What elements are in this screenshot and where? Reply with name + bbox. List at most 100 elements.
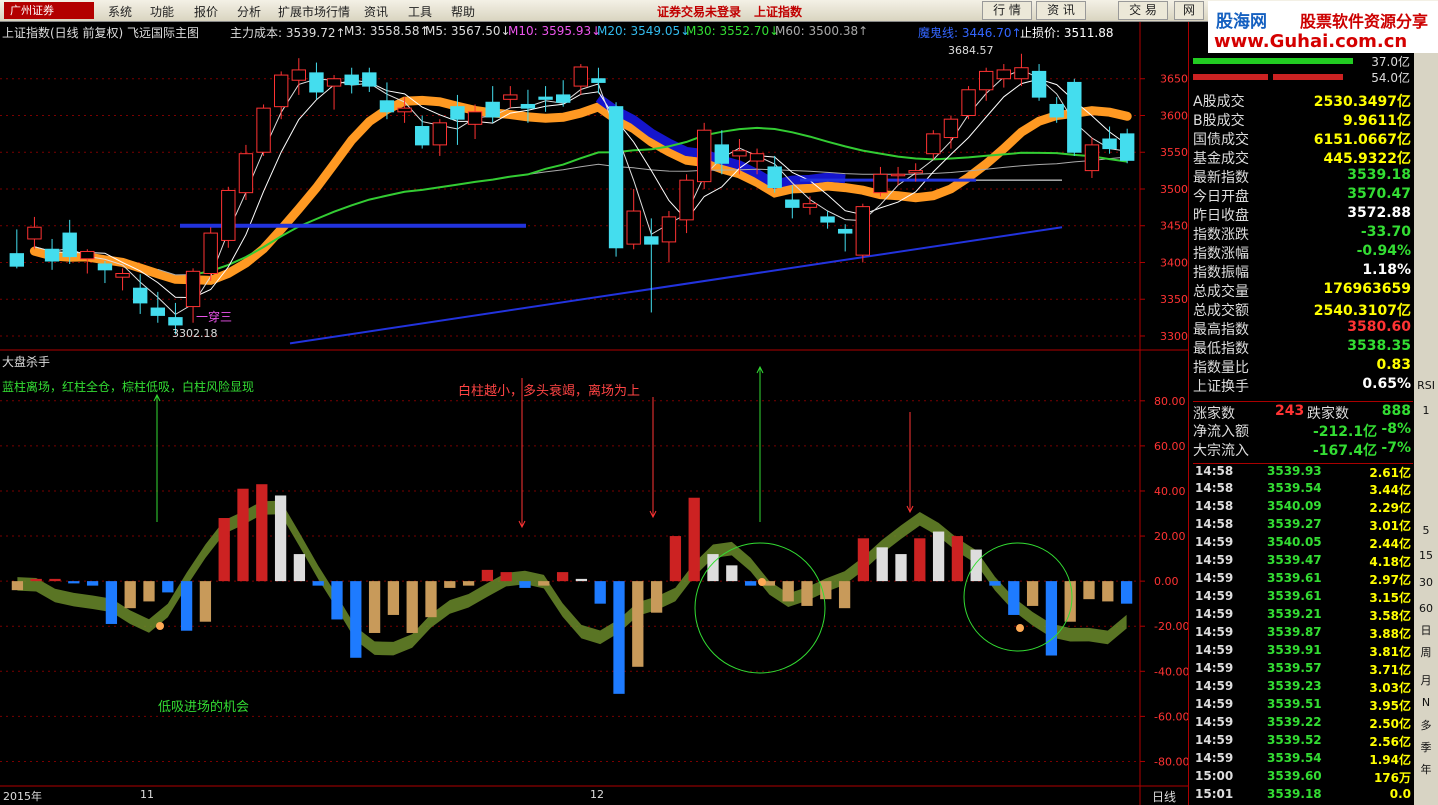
tab-web[interactable]: 网 (1174, 1, 1204, 20)
tick-price: 3539.47 (1267, 553, 1322, 567)
up-count-label: 涨家数 (1193, 406, 1235, 422)
indicator-bar (1008, 581, 1020, 615)
candle-down (9, 253, 25, 267)
tick-row: 15:01 3539.18 0.0 (1193, 787, 1413, 805)
market-stats-panel: 37.0亿 54.0亿 A股成交 2530.3497亿 B股成交 9.9611亿 国债成… (1188, 22, 1414, 805)
menu-analysis[interactable]: 分析 (237, 3, 261, 20)
x-label-dec: 12 (590, 788, 604, 801)
tick-volume: 3.03亿 (1369, 681, 1411, 695)
toolbar-button[interactable]: 多 (1416, 717, 1436, 735)
hand-pointer-icon (156, 622, 164, 630)
indicator-bar (86, 581, 99, 586)
stat-value: 3539.18 (1347, 167, 1411, 183)
indicator-bar (180, 581, 193, 631)
candle-up (732, 150, 747, 157)
toolbar-button[interactable]: 日 (1416, 622, 1436, 640)
tab-news[interactable]: 资 讯 (1036, 1, 1086, 20)
candle-down (538, 96, 553, 100)
menu-system[interactable]: 系统 (108, 3, 132, 20)
toolbar-button[interactable]: N (1416, 694, 1436, 712)
down-count-label: 跌家数 (1307, 406, 1349, 422)
indicator-bar (914, 538, 926, 582)
toolbar-button[interactable]: 5 (1416, 522, 1436, 540)
candle-up (961, 89, 976, 116)
chart-svg[interactable]: 3650 3600 3550 3500 3450 3400 3350 3300 80.00 60.… (0, 22, 1188, 805)
indicator-bar (876, 547, 888, 582)
toolbar-button[interactable]: 1 (1416, 402, 1436, 420)
indicator-tick-label: 0.00 (1154, 575, 1179, 588)
toolbar-button[interactable]: RSI (1416, 377, 1436, 395)
indicator-bar (688, 497, 700, 582)
candle-up (467, 111, 483, 125)
hand-pointer-icon (1016, 624, 1024, 632)
indicator-bar (331, 581, 343, 620)
indicator-bar (801, 581, 813, 606)
menu-extended-market[interactable]: 扩展市场行情 (278, 3, 350, 20)
indicator-legend: 蓝柱离场，红柱全仓，棕柱低吸，白柱风险显现 (2, 380, 255, 394)
menu-quote[interactable]: 报价 (194, 3, 218, 20)
indicator-bar (632, 581, 644, 667)
toolbar-button[interactable]: 季 (1416, 739, 1436, 757)
indicator-bar (500, 572, 512, 582)
tick-time: 14:58 (1195, 499, 1234, 513)
toolbar-button[interactable]: 周 (1416, 644, 1436, 662)
tick-volume: 3.15亿 (1369, 591, 1411, 605)
stat-label: 指数涨幅 (1193, 246, 1249, 262)
stat-label: 上证换手 (1193, 379, 1249, 395)
candle-up (503, 94, 518, 100)
candle-up (908, 170, 923, 174)
flow-label: 大宗流入 (1193, 443, 1249, 459)
watermark-site: 股海网 (1216, 12, 1267, 32)
tick-volume: 2.97亿 (1369, 573, 1411, 587)
stat-label: 最高指数 (1193, 322, 1249, 338)
tab-trade[interactable]: 交 易 (1118, 1, 1168, 20)
candle-up (873, 173, 888, 194)
indicator-bar (68, 581, 80, 584)
tick-volume: 3.01亿 (1369, 519, 1411, 533)
toolbar-button[interactable]: 15 (1416, 547, 1436, 565)
tick-time: 14:59 (1195, 607, 1234, 621)
tick-row: 14:58 3539.27 3.01亿 (1193, 517, 1413, 535)
period-selector[interactable]: 日线 (1152, 788, 1176, 805)
candle-up (115, 273, 130, 278)
candle-down (767, 166, 782, 189)
trade-login-status[interactable]: 证券交易未登录 (657, 3, 741, 20)
tick-time: 14:59 (1195, 697, 1234, 711)
indicator-tick-label: -20.00 (1154, 620, 1188, 633)
toolbar-button[interactable]: 年 (1416, 761, 1436, 779)
tick-time: 14:59 (1195, 589, 1234, 603)
tab-quotes[interactable]: 行 情 (982, 1, 1032, 20)
indicator-tick-label: 80.00 (1154, 395, 1186, 408)
price-tick-label: 3300 (1160, 330, 1188, 343)
menu-function[interactable]: 功能 (150, 3, 174, 20)
price-tick-label: 3350 (1160, 293, 1188, 306)
candle-down (785, 199, 800, 208)
menu-news[interactable]: 资讯 (364, 3, 388, 20)
tick-time: 14:59 (1195, 661, 1234, 675)
price-tick-label: 3650 (1160, 73, 1188, 86)
candle-down (168, 317, 183, 326)
tick-price: 3539.51 (1267, 697, 1322, 711)
indicator-tick-label: -80.00 (1154, 755, 1188, 768)
menu-help[interactable]: 帮助 (451, 3, 475, 20)
tick-time: 14:59 (1195, 625, 1234, 639)
stat-label: 今日开盘 (1193, 189, 1249, 205)
candle-down (591, 78, 606, 83)
stat-label: 指数振幅 (1193, 265, 1249, 281)
stat-value: 3538.35 (1347, 338, 1411, 354)
toolbar-button[interactable]: 30 (1416, 574, 1436, 592)
menu-tools[interactable]: 工具 (408, 3, 432, 20)
toolbar-button[interactable]: 60 (1416, 600, 1436, 618)
candle-down (150, 307, 166, 316)
tick-price: 3539.52 (1267, 733, 1322, 747)
flow-value: -167.4亿 (1313, 443, 1378, 459)
stat-row: 上证换手 0.65% (1193, 376, 1413, 395)
indicator-bar (143, 581, 155, 602)
flow-value: -212.1亿 (1313, 424, 1378, 440)
toolbar-button[interactable]: 月 (1416, 672, 1436, 690)
m30-readout: M30: 3552.70↓ (686, 24, 780, 38)
tick-time: 15:01 (1195, 787, 1234, 801)
tick-price: 3539.21 (1267, 607, 1322, 621)
stat-label: 指数量比 (1193, 360, 1249, 376)
chart-area[interactable]: 3650 3600 3550 3500 3450 3400 3350 3300 80.00 60.… (0, 22, 1188, 805)
